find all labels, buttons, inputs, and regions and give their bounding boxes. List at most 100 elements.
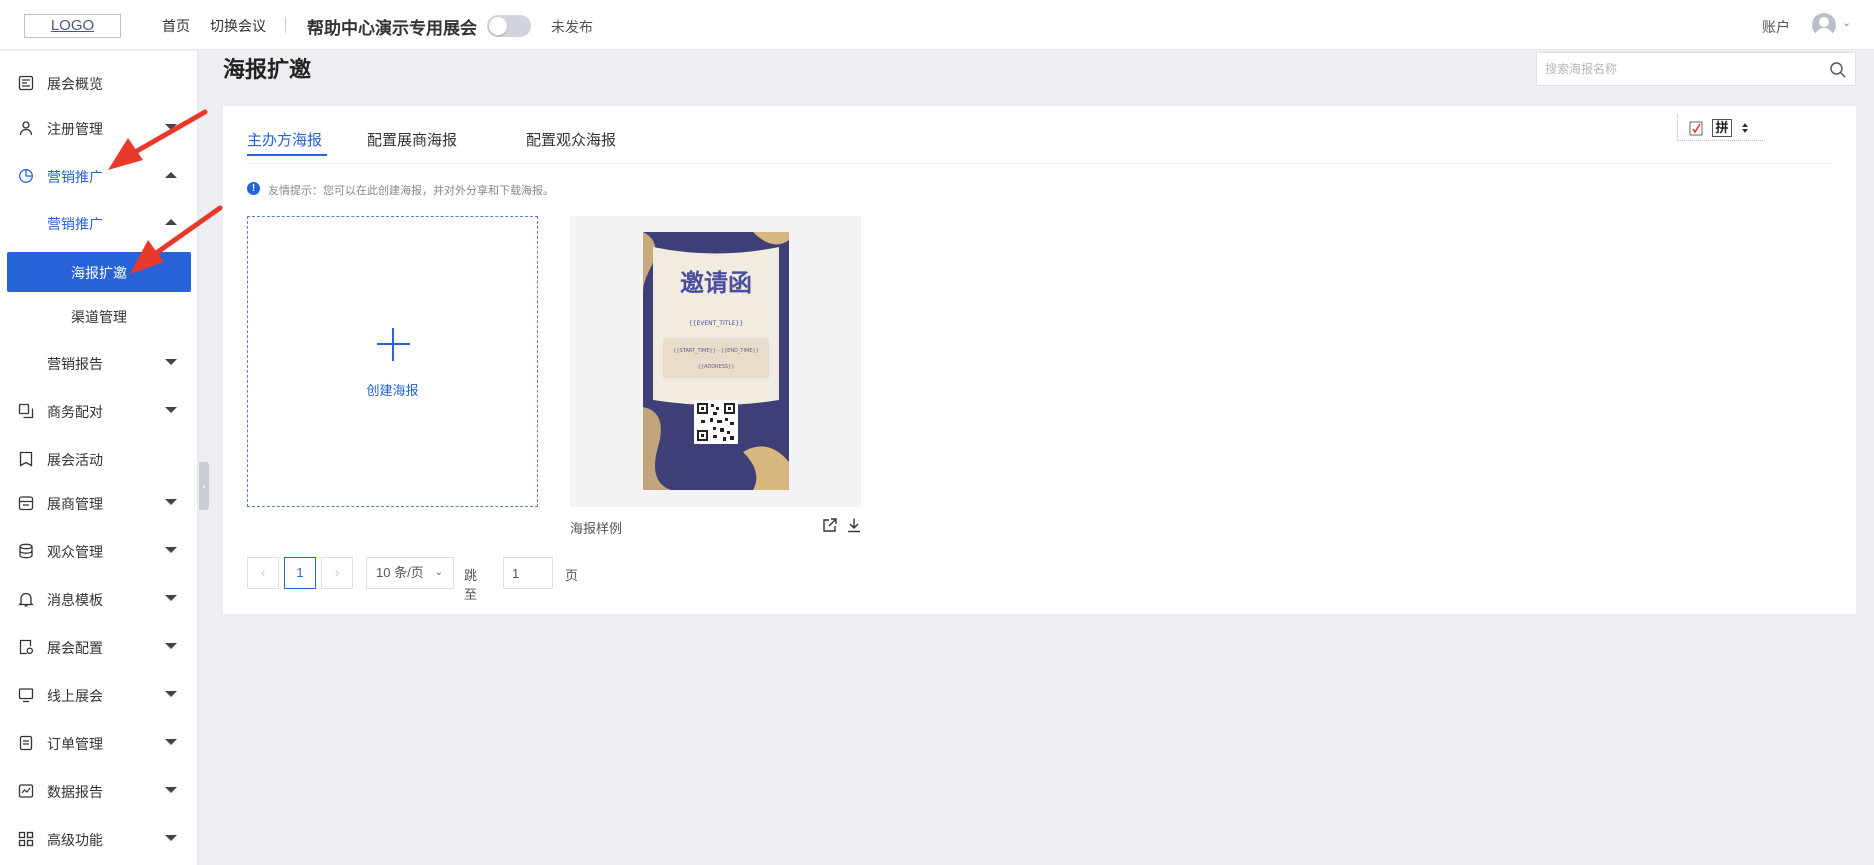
search-box[interactable] [1536, 52, 1856, 86]
sidebar-item-label: 渠道管理 [71, 309, 127, 325]
sidebar-item-online-expo[interactable]: 线上展会 [0, 675, 198, 715]
copy-icon [18, 403, 34, 419]
poster-event-title: {{EVENT_TITLE}} [689, 320, 744, 327]
nav-divider [285, 17, 286, 33]
sidebar-item-overview[interactable]: 展会概览 [0, 63, 198, 103]
bell-icon [18, 592, 34, 607]
poster-time-range: {{START_TIME}} - {{END_TIME}} [673, 348, 759, 354]
active-tab-underline [247, 154, 327, 156]
poster-panel: 主办方海报 配置展商海报 配置观众海报 拼 ! 友情提示：您可以在此创建海报，并… [223, 106, 1856, 614]
caret-up-icon [165, 219, 177, 225]
publish-status: 未发布 [551, 19, 593, 35]
plus-icon [392, 328, 394, 361]
page-title: 海报扩邀 [223, 57, 312, 82]
sidebar-item-label: 注册管理 [47, 121, 103, 137]
toolbar-strip: 拼 [1677, 115, 1765, 141]
chevron-down-icon: ⌄ [434, 567, 443, 578]
nav-switch-meeting-link[interactable]: 切换会议 [210, 16, 266, 36]
open-external-icon[interactable] [822, 517, 838, 533]
account-menu-label[interactable]: 账户 [1762, 17, 1790, 37]
order-icon [19, 735, 33, 751]
publish-toggle[interactable] [487, 15, 531, 37]
caret-down-icon [165, 787, 177, 793]
sidebar-item-label: 营销报告 [47, 356, 103, 372]
caret-down-icon [165, 739, 177, 745]
sort-arrows-icon[interactable] [1740, 119, 1750, 137]
sidebar: 展会概览 注册管理 营销推广 营销推广 海报扩邀 渠道管理 营销报告 商务配对 … [0, 51, 198, 865]
sidebar-item-poster-invite[interactable]: 海报扩邀 [7, 252, 191, 292]
poster-name: 海报样例 [570, 521, 623, 536]
sidebar-item-label: 商务配对 [47, 404, 103, 420]
info-icon: ! [247, 182, 260, 195]
page-unit-label: 页 [565, 568, 579, 583]
caret-down-icon [165, 499, 177, 505]
caret-down-icon [165, 643, 177, 649]
caret-down-icon [165, 595, 177, 601]
pinyin-icon[interactable]: 拼 [1712, 119, 1732, 137]
caret-down-icon [165, 124, 177, 130]
poster-headline: 邀请函 [680, 269, 752, 297]
sidebar-item-label: 海报扩邀 [71, 265, 127, 281]
tab-bar: 主办方海报 配置展商海报 配置观众海报 拼 [247, 106, 1832, 164]
sidebar-subitem-marketing-report[interactable]: 营销报告 [0, 343, 198, 383]
sidebar-item-label: 订单管理 [47, 736, 103, 752]
next-page-button[interactable]: › [321, 557, 353, 589]
tab-audience-posters[interactable]: 配置观众海报 [526, 129, 616, 150]
sidebar-item-channel-management[interactable]: 渠道管理 [0, 296, 198, 336]
download-icon[interactable] [846, 517, 862, 533]
sidebar-item-order-management[interactable]: 订单管理 [0, 723, 198, 763]
page-1-button[interactable]: 1 [284, 557, 316, 589]
create-poster-label: 创建海报 [366, 383, 419, 398]
avatar[interactable] [1812, 13, 1836, 37]
chevron-down-icon[interactable]: ⌄ [1842, 16, 1851, 29]
top-bar: LOGO 首页 切换会议 帮助中心演示专用展会 未发布 账户 ⌄ [0, 0, 1874, 50]
page-size-select[interactable]: 10 条/页 ⌄ [366, 557, 454, 589]
edit-clip-icon[interactable] [1687, 119, 1705, 137]
expo-title: 帮助中心演示专用展会 [307, 19, 477, 38]
prev-page-button[interactable]: ‹ [247, 557, 279, 589]
sidebar-subitem-marketing[interactable]: 营销推广 [0, 203, 198, 243]
sidebar-item-audience-management[interactable]: 观众管理 [0, 531, 198, 571]
toggle-knob [489, 17, 507, 35]
caret-down-icon [165, 835, 177, 841]
create-poster-card[interactable]: 创建海报 [247, 216, 538, 507]
sidebar-item-expo-config[interactable]: 展会配置 [0, 627, 198, 667]
search-input[interactable] [1545, 60, 1815, 78]
chart-icon [18, 784, 34, 798]
poster-card[interactable]: 邀请函 {{EVENT_TITLE}} {{START_TIME}} - {{E… [570, 216, 861, 507]
sidebar-item-exhibitor-management[interactable]: 展商管理 [0, 483, 198, 523]
caret-down-icon [165, 407, 177, 413]
store-icon [18, 496, 34, 511]
sidebar-collapse-handle[interactable]: ‹ [199, 462, 209, 510]
sidebar-item-message-template[interactable]: 消息模板 [0, 579, 198, 619]
jump-page-input[interactable] [503, 557, 553, 589]
sidebar-item-data-report[interactable]: 数据报告 [0, 771, 198, 811]
sidebar-item-events[interactable]: 展会活动 [0, 439, 198, 479]
sidebar-item-label: 营销推广 [47, 216, 103, 232]
poster-address: {{ADDRESS}} [698, 364, 735, 370]
tab-organizer-posters[interactable]: 主办方海报 [247, 129, 322, 150]
sidebar-item-label: 线上展会 [47, 688, 103, 704]
tab-exhibitor-posters[interactable]: 配置展商海报 [367, 129, 457, 150]
sidebar-item-registration[interactable]: 注册管理 [0, 108, 198, 148]
sidebar-item-label: 展会概览 [47, 76, 103, 92]
sidebar-item-label: 数据报告 [47, 784, 103, 800]
jump-label: 跳至 [464, 568, 478, 602]
sidebar-item-label: 观众管理 [47, 544, 103, 560]
sidebar-item-business-matching[interactable]: 商务配对 [0, 391, 198, 431]
pie-chart-icon [19, 169, 33, 183]
sidebar-item-marketing[interactable]: 营销推广 [0, 156, 198, 196]
overview-icon [18, 75, 34, 91]
search-icon[interactable] [1829, 61, 1847, 79]
caret-down-icon [165, 547, 177, 553]
poster-thumbnail: 邀请函 {{EVENT_TITLE}} {{START_TIME}} - {{E… [643, 232, 789, 490]
sidebar-item-advanced[interactable]: 高级功能 [0, 819, 198, 859]
monitor-icon [18, 688, 34, 703]
sidebar-item-label: 消息模板 [47, 592, 103, 608]
grid-icon [18, 831, 34, 847]
caret-down-icon [165, 691, 177, 697]
hint-text: 友情提示：您可以在此创建海报，并对外分享和下载海报。 [268, 185, 554, 197]
sidebar-item-label: 展会配置 [47, 640, 103, 656]
logo[interactable]: LOGO [24, 14, 121, 38]
nav-home-link[interactable]: 首页 [162, 16, 190, 36]
